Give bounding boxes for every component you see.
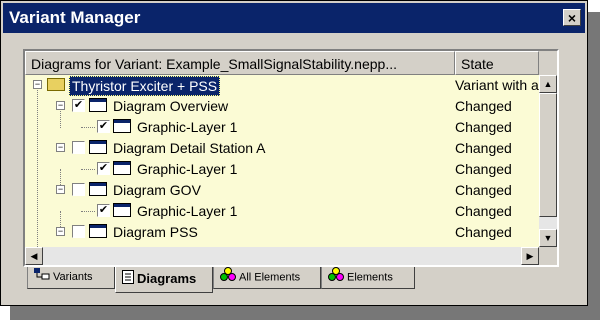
tab-diagrams[interactable]: Diagrams [115,267,213,293]
tree-row-label[interactable]: Graphic-Layer 1 [135,202,239,220]
tree-row-diagram[interactable]: − Diagram Detail Station A Changed [25,138,539,159]
tree-row-state: Variant with a [455,77,539,93]
tree-row-layer[interactable]: ✔ Graphic-Layer 1 Changed [25,201,539,222]
tree-row-state: Changed [455,119,512,135]
scroll-corner [539,247,557,265]
tab-all-elements[interactable]: All Elements [213,267,321,289]
tree-line [81,169,95,170]
tree-row-state: Changed [455,98,512,114]
diagram-tree-panel: Diagrams for Variant: Example_SmallSigna… [23,49,559,267]
folder-icon [47,78,65,91]
diagram-icon [89,224,107,238]
horizontal-scrollbar[interactable]: ◀ ▶ [25,247,539,265]
collapse-icon[interactable]: − [33,80,42,89]
tab-elements[interactable]: Elements [321,267,415,289]
tree-row-diagram[interactable]: − Diagram PSS Changed [25,222,539,243]
diagram-icon [89,140,107,154]
variant-manager-window: Variant Manager × Diagrams for Variant: … [0,0,588,306]
scroll-right-button[interactable]: ▶ [521,247,539,265]
diagram-icon [113,119,131,133]
diagram-checkbox[interactable] [72,141,85,154]
tree-rows: − Thyristor Exciter + PSS Variant with a… [25,75,539,247]
diagram-icon [113,161,131,175]
diagram-checkbox[interactable] [72,225,85,238]
vertical-scrollbar[interactable]: ▲ ▼ [539,75,557,247]
column-header-diagrams[interactable]: Diagrams for Variant: Example_SmallSigna… [25,51,455,75]
diagrams-icon [122,268,134,292]
tree-row-layer[interactable]: ✔ Graphic-Layer 1 Changed [25,117,539,138]
collapse-icon[interactable]: − [56,227,65,236]
close-icon: × [567,10,577,26]
tab-label: Variants [53,271,93,283]
layer-checkbox[interactable]: ✔ [97,120,110,133]
diagram-icon [113,203,131,217]
tree-line [81,211,95,212]
tab-label: Diagrams [137,271,197,286]
column-header-state[interactable]: State [455,51,539,75]
tree-row-label[interactable]: Diagram Detail Station A [111,139,268,157]
tab-label: All Elements [239,271,301,284]
tree-row-label[interactable]: Graphic-Layer 1 [135,118,239,136]
layer-checkbox[interactable]: ✔ [97,204,110,217]
window-title: Variant Manager [9,8,141,27]
title-bar[interactable]: Variant Manager × [3,3,585,33]
close-button[interactable]: × [563,9,581,26]
scroll-up-button[interactable]: ▲ [539,75,557,93]
elements-icon [328,267,344,288]
tree-row-label[interactable]: Diagram Overview [111,97,230,115]
tree-row-state: Changed [455,203,512,219]
tab-label: Elements [347,271,393,284]
diagram-icon [89,182,107,196]
scroll-down-button[interactable]: ▼ [539,229,557,247]
collapse-icon[interactable]: − [56,185,65,194]
tree-row-label[interactable]: Thyristor Exciter + PSS [69,76,221,96]
tree-row-state: Changed [455,182,512,198]
tree-header: Diagrams for Variant: Example_SmallSigna… [25,51,557,75]
tree-row-state: Changed [455,224,512,240]
diagram-checkbox[interactable]: ✔ [72,99,85,112]
tree-row-label[interactable]: Graphic-Layer 1 [135,160,239,178]
tree-row-state: Changed [455,161,512,177]
tree-row-variant[interactable]: − Thyristor Exciter + PSS Variant with a [25,75,539,96]
tab-variants[interactable]: Variants [27,267,115,289]
diagram-icon [89,98,107,112]
tree-row-layer[interactable]: ✔ Graphic-Layer 1 Changed [25,159,539,180]
tree-row-state: Changed [455,140,512,156]
all-elements-icon [220,267,236,288]
tree-row-label[interactable]: Diagram PSS [111,223,200,241]
collapse-icon[interactable]: − [56,101,65,110]
tree-row-diagram[interactable]: − ✔ Diagram Overview Changed [25,96,539,117]
collapse-icon[interactable]: − [56,143,65,152]
variants-icon [34,267,50,287]
diagram-checkbox[interactable] [72,183,85,196]
layer-checkbox[interactable]: ✔ [97,162,110,175]
vertical-scroll-thumb[interactable] [539,93,557,217]
scroll-left-button[interactable]: ◀ [25,247,43,265]
tree-row-label[interactable]: Diagram GOV [111,181,203,199]
tree-line [81,127,95,128]
tree-row-diagram[interactable]: − Diagram GOV Changed [25,180,539,201]
